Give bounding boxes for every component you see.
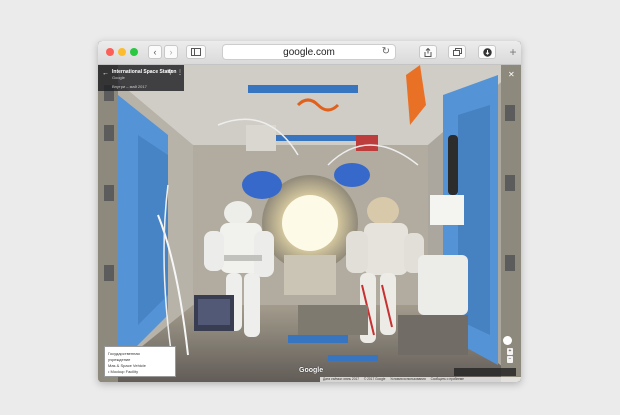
minimize-window-button[interactable] (118, 48, 126, 56)
plus-icon: + (509, 45, 517, 59)
zoom-window-button[interactable] (130, 48, 138, 56)
footer-date: Дата съёмки: июнь 2017 (323, 377, 360, 381)
map-pin-icon[interactable]: ⚲ (168, 69, 172, 76)
more-vert-icon[interactable]: ⋮ (177, 69, 183, 76)
thumbnail-line: Государственная (108, 351, 140, 356)
new-tab-button[interactable]: + (506, 45, 520, 59)
location-thumbnail[interactable]: Государственная учреждение Mas & Space V… (104, 346, 176, 377)
thumbnail-line: учреждение (108, 357, 131, 362)
google-logo: Google (299, 367, 324, 374)
iss-interior-image (98, 65, 521, 382)
arrow-left-icon[interactable]: ← (102, 70, 109, 77)
back-button[interactable]: ‹ (148, 45, 162, 59)
tabs-icon (452, 48, 462, 56)
sidebar-button[interactable] (186, 45, 206, 59)
forward-button[interactable]: › (164, 45, 178, 59)
tabs-button[interactable] (448, 45, 466, 59)
address-bar[interactable]: google.com ↻ (222, 44, 396, 60)
share-button[interactable] (419, 45, 437, 59)
reload-icon[interactable]: ↻ (382, 46, 390, 57)
zoom-in-button[interactable]: + (507, 348, 513, 355)
download-icon (482, 47, 492, 57)
location-subtitle: Google (112, 75, 125, 80)
footer-report-link[interactable]: Сообщить о проблеме (431, 377, 464, 381)
footer-terms-link[interactable]: Условия использования (390, 377, 425, 381)
thumbnail-line: Mas & Space Vehicle (108, 363, 146, 368)
street-view-panorama[interactable]: ← International Space Station Google Вну… (98, 65, 521, 382)
browser-window: ‹ › google.com ↻ + ← International Space… (98, 41, 521, 382)
browser-toolbar: ‹ › google.com ↻ + (98, 41, 521, 65)
chevron-left-icon: ‹ (153, 47, 157, 57)
sidebar-icon (191, 48, 201, 56)
downloads-button[interactable] (478, 45, 496, 59)
close-icon[interactable]: ✕ (508, 70, 515, 79)
close-window-button[interactable] (106, 48, 114, 56)
chevron-right-icon: › (169, 47, 173, 57)
zoom-out-button[interactable]: − (507, 356, 513, 363)
panorama-minimap[interactable] (454, 368, 516, 376)
capture-date[interactable]: Внутри – май 2017 (112, 84, 147, 89)
share-icon (424, 47, 432, 57)
compass-icon[interactable] (503, 336, 512, 345)
map-footer: Дата съёмки: июнь 2017 © 2017 Google Усл… (320, 377, 521, 382)
address-text: google.com (283, 47, 335, 58)
footer-copyright: © 2017 Google (363, 377, 386, 381)
location-info-card[interactable]: ← International Space Station Google Вну… (98, 65, 184, 91)
thumbnail-line: • Mockup Facility (108, 369, 139, 374)
